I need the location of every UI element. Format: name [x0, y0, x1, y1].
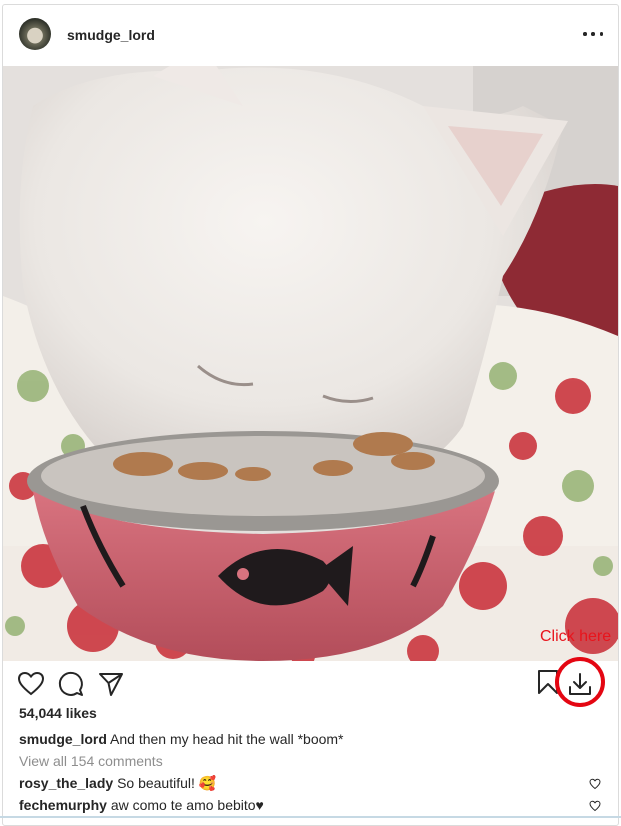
caption-username[interactable]: smudge_lord — [19, 731, 107, 747]
heart-icon[interactable] — [17, 670, 45, 698]
download-icon[interactable] — [567, 671, 593, 697]
comment-item: rosy_the_lady So beautiful! 🥰 — [19, 775, 216, 792]
click-here-annotation: Click here — [540, 628, 612, 645]
comment-username[interactable]: rosy_the_lady — [19, 775, 113, 791]
view-all-comments-link[interactable]: View all 154 comments — [19, 753, 163, 769]
caption-text: And then my head hit the wall *boom* — [110, 731, 344, 747]
comment-text: So beautiful! 🥰 — [117, 775, 217, 791]
paper-plane-icon[interactable] — [97, 670, 125, 698]
post-photo[interactable] — [3, 66, 618, 661]
comment-like-heart-icon[interactable] — [589, 778, 601, 790]
avatar[interactable] — [19, 18, 51, 50]
more-options-icon[interactable] — [583, 26, 603, 42]
likes-count[interactable]: 54,044 likes — [19, 705, 97, 721]
comment-bubble-icon[interactable] — [57, 670, 85, 698]
caption: smudge_lord And then my head hit the wal… — [19, 731, 344, 747]
post-card: smudge_lord — [2, 4, 619, 826]
comment-like-heart-icon[interactable] — [589, 800, 601, 812]
comment-text: aw como te amo bebito♥ — [110, 797, 264, 813]
comment-item: fechemurphy aw como te amo bebito♥ — [19, 797, 264, 813]
post-header: smudge_lord — [3, 5, 618, 65]
comment-username[interactable]: fechemurphy — [19, 797, 107, 813]
post-username[interactable]: smudge_lord — [67, 27, 155, 43]
